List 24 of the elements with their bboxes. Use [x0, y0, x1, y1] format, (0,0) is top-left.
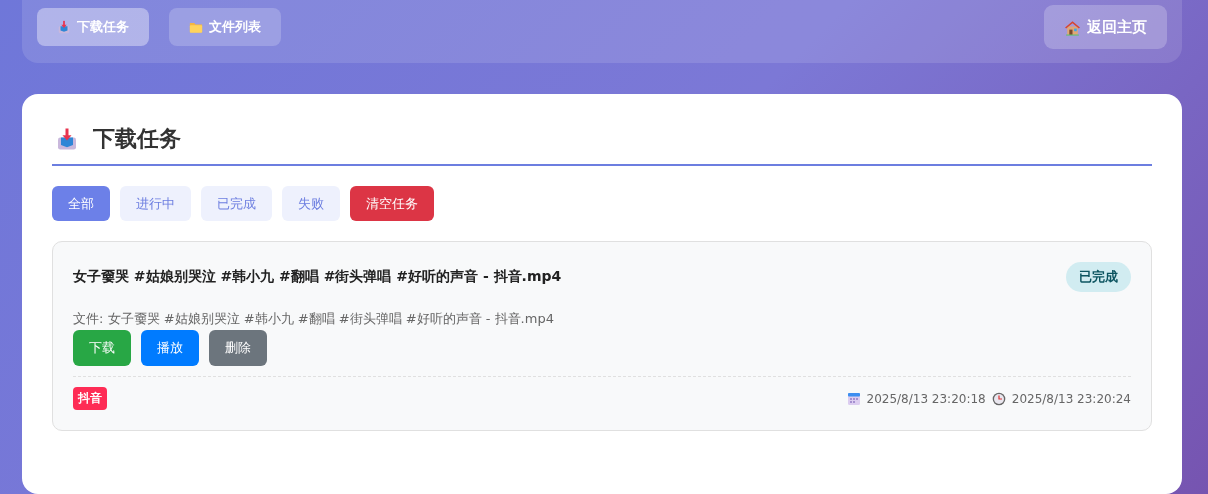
home-button[interactable]: 返回主页	[1044, 5, 1167, 49]
house-icon	[1064, 18, 1081, 36]
panel-title: 下载任务	[93, 125, 181, 153]
platform-tag: 抖音	[73, 387, 107, 410]
play-button[interactable]: 播放	[141, 330, 199, 366]
filter-button[interactable]: 已完成	[201, 186, 272, 221]
nav-tab[interactable]: 文件列表	[169, 8, 281, 46]
inbox-download-icon	[57, 20, 71, 34]
filter-button[interactable]: 进行中	[120, 186, 191, 221]
clock-icon	[991, 391, 1006, 406]
status-badge: 已完成	[1066, 262, 1131, 292]
task-title: 女子嫑哭 #姑娘别哭泣 #韩小九 #翻唱 #街头弹唱 #好听的声音 - 抖音.mp4	[73, 268, 562, 286]
created-time: 2025/8/13 23:20:18	[866, 391, 986, 406]
filter-button[interactable]: 全部	[52, 186, 110, 221]
inbox-download-icon	[55, 127, 79, 151]
clear-tasks-button[interactable]: 清空任务	[350, 186, 434, 221]
calendar-icon	[846, 391, 861, 406]
file-name: 文件: 女子嫑哭 #姑娘别哭泣 #韩小九 #翻唱 #街头弹唱 #好听的声音 - 抖音.mp4	[73, 310, 555, 328]
download-button[interactable]: 下载	[73, 330, 131, 366]
finished-time: 2025/8/13 23:20:24	[1011, 391, 1131, 406]
folder-icon	[189, 20, 203, 34]
filter-button[interactable]: 失败	[282, 186, 340, 221]
nav-tab[interactable]: 下载任务	[37, 8, 149, 46]
delete-button[interactable]: 删除	[209, 330, 267, 366]
